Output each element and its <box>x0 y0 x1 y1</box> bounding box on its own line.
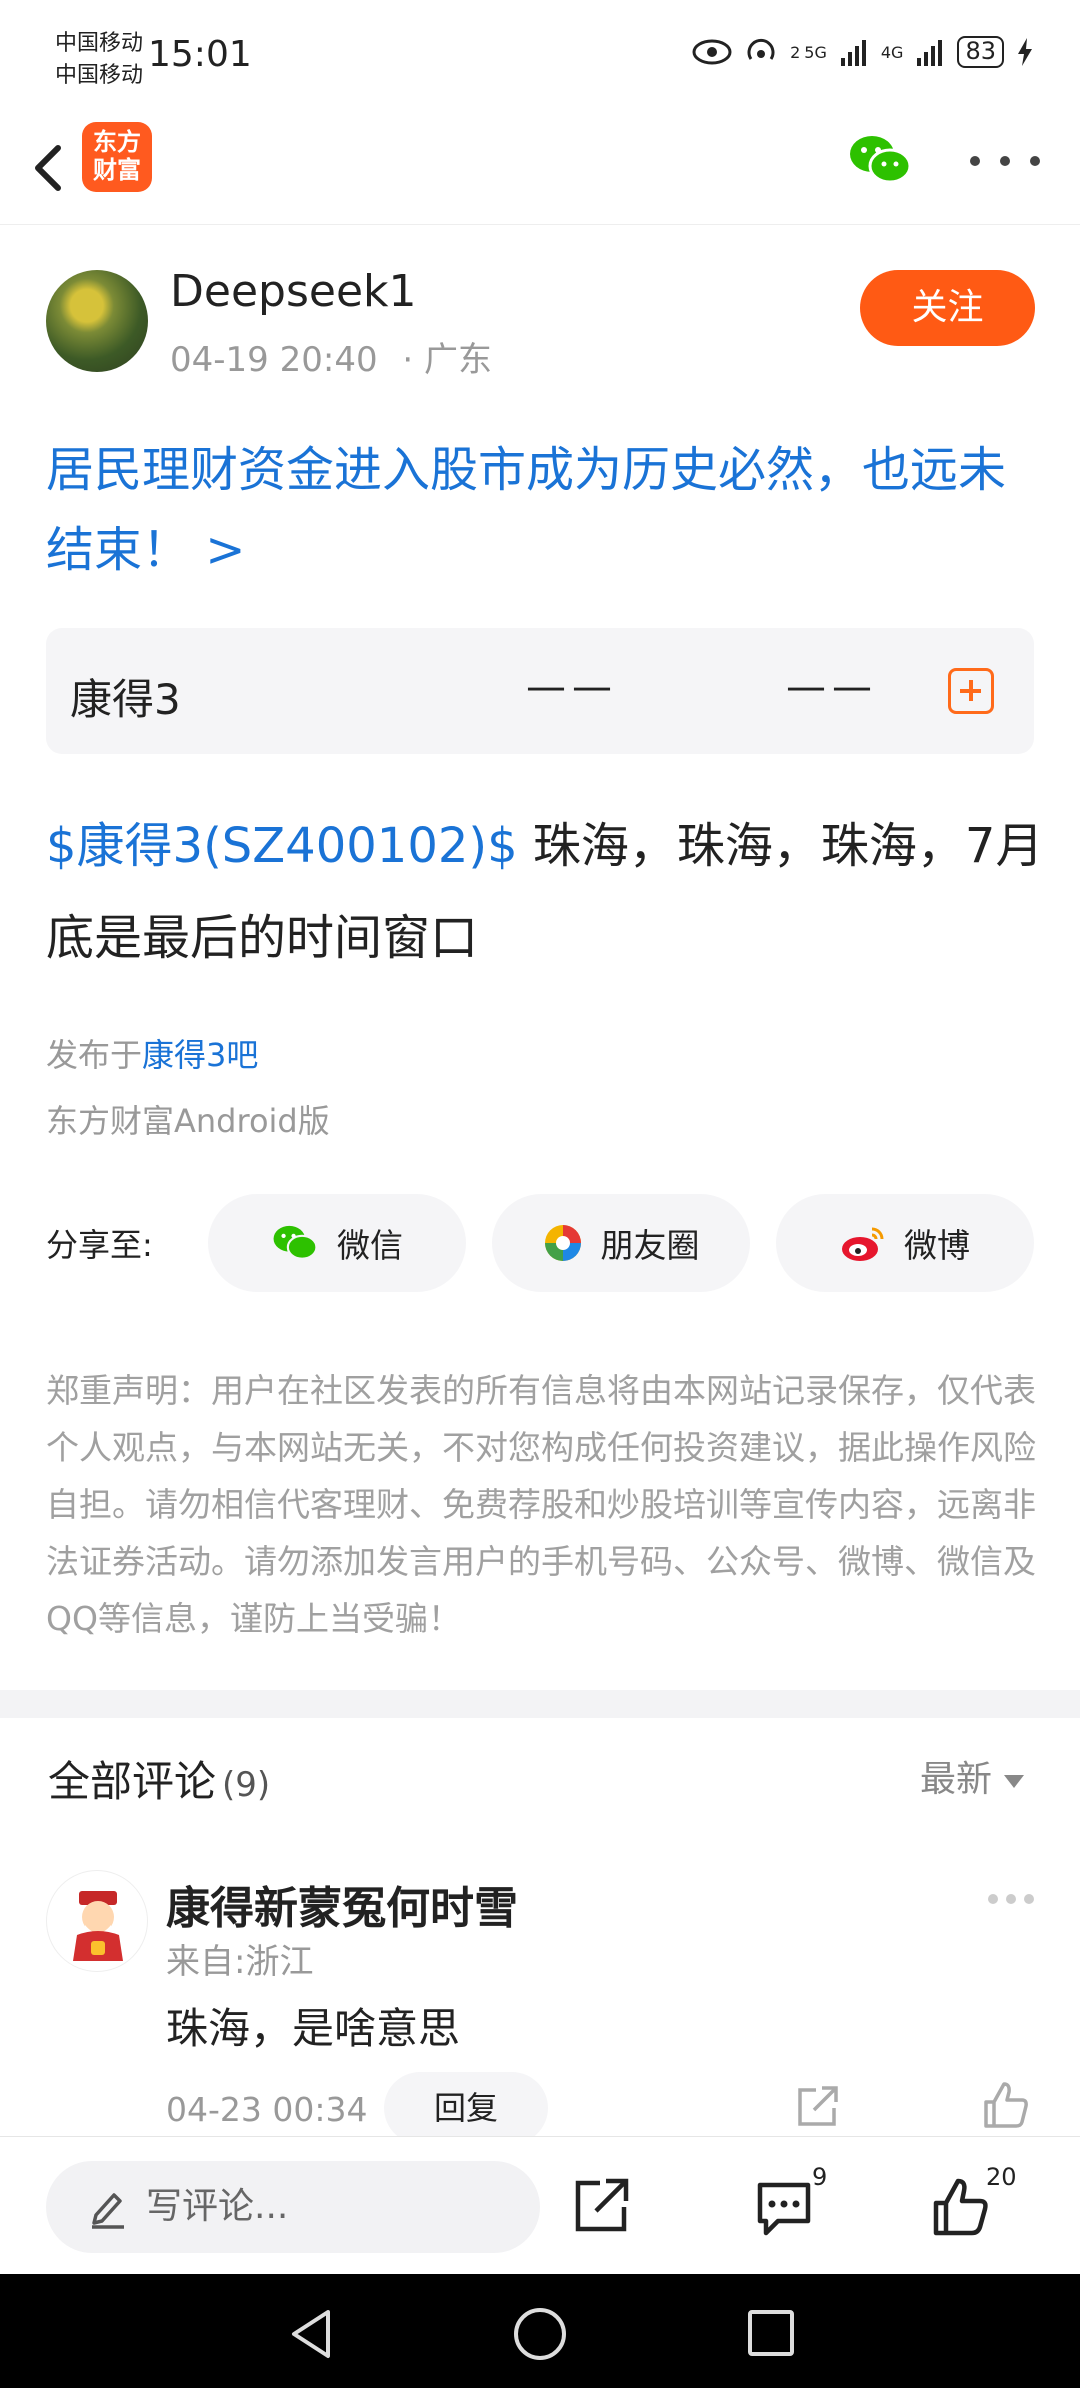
signal-icon <box>840 40 866 66</box>
forum-link[interactable]: 康得3吧 <box>142 1036 258 1074</box>
share-icon[interactable] <box>572 2177 630 2235</box>
more-options-icon[interactable] <box>970 146 1040 176</box>
reply-button[interactable]: 回复 <box>384 2072 548 2144</box>
stock-tag-link[interactable]: $康得3(SZ400102)$ <box>46 818 518 874</box>
sort-dropdown[interactable]: 最新 <box>920 1750 1025 1802</box>
app-bar: 东方财富 <box>0 110 1080 225</box>
bottom-toolbar: 写评论... 9 20 <box>0 2136 1080 2274</box>
sim-1-label: 2 <box>790 42 801 62</box>
disclaimer: 郑重声明：用户在社区发表的所有信息将由本网站记录保存，仅代表个人观点，与本网站无… <box>46 1371 1036 1638</box>
likes-badge: 20 <box>986 2163 1017 2191</box>
carrier-info: 中国移动 中国移动 <box>55 28 143 92</box>
stock-price: —— <box>526 664 618 710</box>
network-4g-label: 4G <box>880 42 904 62</box>
post-title-link[interactable]: 居民理财资金进入股市成为历史必然，也远未结束！ > <box>46 430 1046 590</box>
commenter-avatar[interactable] <box>46 1870 148 1972</box>
nav-recent-apps-icon[interactable] <box>748 2310 794 2356</box>
nav-back-icon[interactable] <box>284 2306 340 2362</box>
wechat-icon <box>273 1225 318 1260</box>
comment-like-icon[interactable] <box>980 2080 1030 2130</box>
signal-icon-2 <box>917 40 943 66</box>
caret-down-icon <box>1004 1774 1025 1788</box>
share-wechat-button[interactable]: 微信 <box>208 1194 466 1292</box>
follow-button[interactable]: 关注 <box>860 270 1035 346</box>
comment-more-icon[interactable] <box>988 1894 1034 1906</box>
system-nav-bar <box>0 2274 1080 2388</box>
sort-label: 最新 <box>920 1759 993 1800</box>
network-5g-label: 5G <box>804 42 827 62</box>
commenter-name[interactable]: 康得新蒙冤何时雪 <box>166 1872 518 1936</box>
fortune-god-avatar-icon <box>73 1891 123 1961</box>
write-comment-placeholder: 写评论... <box>146 2186 289 2227</box>
write-comment-input[interactable]: 写评论... <box>46 2161 540 2253</box>
stock-name: 康得3 <box>70 675 181 724</box>
comment-date: 04-23 00:34 <box>166 2090 368 2129</box>
app-logo: 东方财富 <box>82 122 152 192</box>
comments-title: 全部评论 <box>48 1757 217 1806</box>
wechat-share-icon[interactable] <box>848 132 912 188</box>
share-wechat-label: 微信 <box>337 1226 403 1265</box>
author-avatar[interactable] <box>46 270 148 372</box>
comments-badge: 9 <box>812 2163 828 2191</box>
author-meta: 04-19 20:40 · 广东 <box>170 332 492 381</box>
post-location: · 广东 <box>402 340 493 380</box>
share-weibo-label: 微博 <box>904 1226 970 1265</box>
battery-indicator: 83 <box>957 36 1004 68</box>
commenter-location: 来自:浙江 <box>166 1942 314 1982</box>
stock-quote-card[interactable]: 康得3 —— —— <box>46 628 1034 754</box>
client-info: 东方财富Android版 <box>46 1102 330 1140</box>
comments-icon[interactable] <box>754 2177 814 2237</box>
share-moments-button[interactable]: 朋友圈 <box>492 1194 750 1292</box>
charging-icon <box>1018 38 1032 66</box>
nav-home-icon[interactable] <box>514 2308 566 2360</box>
comment-share-icon[interactable] <box>794 2084 840 2130</box>
posted-in: 发布于康得3吧 <box>46 1030 258 1076</box>
carrier-1: 中国移动 <box>55 31 144 56</box>
post-body: $康得3(SZ400102)$ 珠海，珠海，珠海，7月底是最后的时间窗口 <box>46 800 1046 984</box>
pen-icon <box>92 2193 124 2229</box>
comment-text: 珠海，是啥意思 <box>166 2004 461 2053</box>
status-icons: 2 5G 4G 83 <box>692 36 1032 68</box>
section-divider <box>0 1690 1080 1718</box>
stock-change: —— <box>786 664 878 710</box>
eye-icon <box>692 39 732 65</box>
status-bar: 中国移动 中国移动 15:01 2 5G 4G 83 <box>0 0 1080 110</box>
clock: 15:01 <box>148 34 252 75</box>
carrier-2: 中国移动 <box>55 63 144 88</box>
share-label: 分享至: <box>46 1226 153 1264</box>
back-arrow-icon[interactable] <box>20 128 80 208</box>
moments-icon <box>544 1225 581 1261</box>
comments-count: (9) <box>222 1765 271 1805</box>
hotspot-icon <box>747 38 775 60</box>
posted-in-prefix: 发布于 <box>46 1036 143 1074</box>
like-icon[interactable] <box>930 2177 990 2237</box>
weibo-icon <box>842 1227 884 1261</box>
share-moments-label: 朋友圈 <box>600 1226 700 1265</box>
add-watchlist-icon[interactable] <box>948 668 994 714</box>
post-datetime: 04-19 20:40 <box>170 340 378 380</box>
author-name[interactable]: Deepseek1 <box>170 266 417 317</box>
comments-header: 全部评论 (9) <box>48 1748 270 1809</box>
share-weibo-button[interactable]: 微博 <box>776 1194 1034 1292</box>
